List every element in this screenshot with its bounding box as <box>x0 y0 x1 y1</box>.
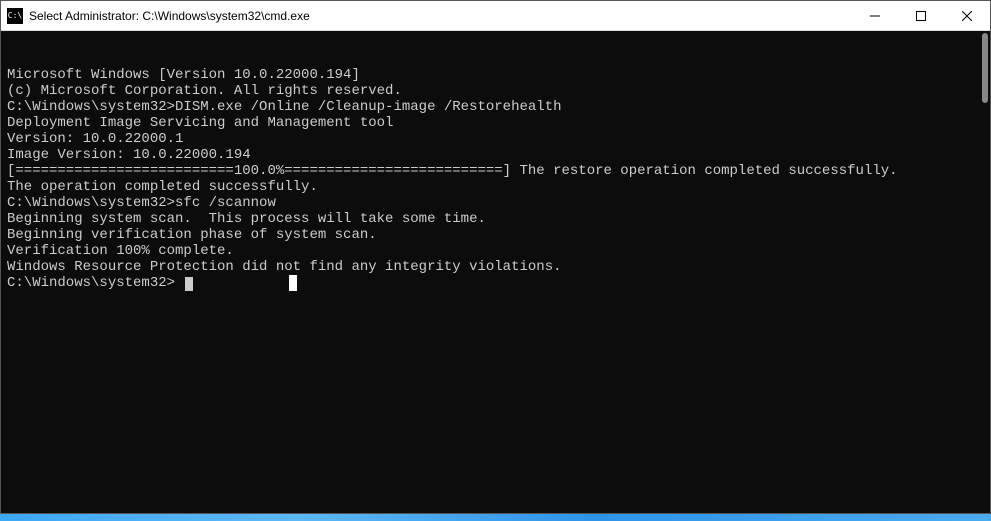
terminal-line: Version: 10.0.22000.1 <box>7 131 984 147</box>
terminal-area[interactable]: Microsoft Windows [Version 10.0.22000.19… <box>1 31 990 513</box>
close-button[interactable] <box>944 1 990 30</box>
terminal-line: Verification 100% complete. <box>7 243 984 259</box>
scrollbar[interactable] <box>974 31 990 513</box>
taskbar-edge <box>0 514 991 521</box>
maximize-button[interactable] <box>898 1 944 30</box>
terminal-line: C:\Windows\system32>sfc /scannow <box>7 195 984 211</box>
scrollbar-thumb[interactable] <box>982 33 988 103</box>
terminal-line: [==========================100.0%=======… <box>7 163 984 179</box>
terminal-line: Microsoft Windows [Version 10.0.22000.19… <box>7 67 984 83</box>
cmd-window: C:\ Select Administrator: C:\Windows\sys… <box>0 0 991 514</box>
terminal-line: C:\Windows\system32>DISM.exe /Online /Cl… <box>7 99 984 115</box>
terminal-line: Windows Resource Protection did not find… <box>7 259 984 275</box>
minimize-button[interactable] <box>852 1 898 30</box>
window-title: Select Administrator: C:\Windows\system3… <box>29 9 852 23</box>
terminal-line: C:\Windows\system32> <box>7 275 984 291</box>
cmd-icon: C:\ <box>7 8 23 24</box>
window-controls <box>852 1 990 30</box>
terminal-line: (c) Microsoft Corporation. All rights re… <box>7 83 984 99</box>
terminal-line: Deployment Image Servicing and Managemen… <box>7 115 984 131</box>
terminal-line: Beginning system scan. This process will… <box>7 211 984 227</box>
terminal-cursor <box>185 277 193 291</box>
titlebar[interactable]: C:\ Select Administrator: C:\Windows\sys… <box>1 1 990 31</box>
terminal-line: Beginning verification phase of system s… <box>7 227 984 243</box>
selection-cursor <box>289 275 297 291</box>
terminal-line: Image Version: 10.0.22000.194 <box>7 147 984 163</box>
terminal-line: The operation completed successfully. <box>7 179 984 195</box>
terminal-output: Microsoft Windows [Version 10.0.22000.19… <box>7 67 984 291</box>
